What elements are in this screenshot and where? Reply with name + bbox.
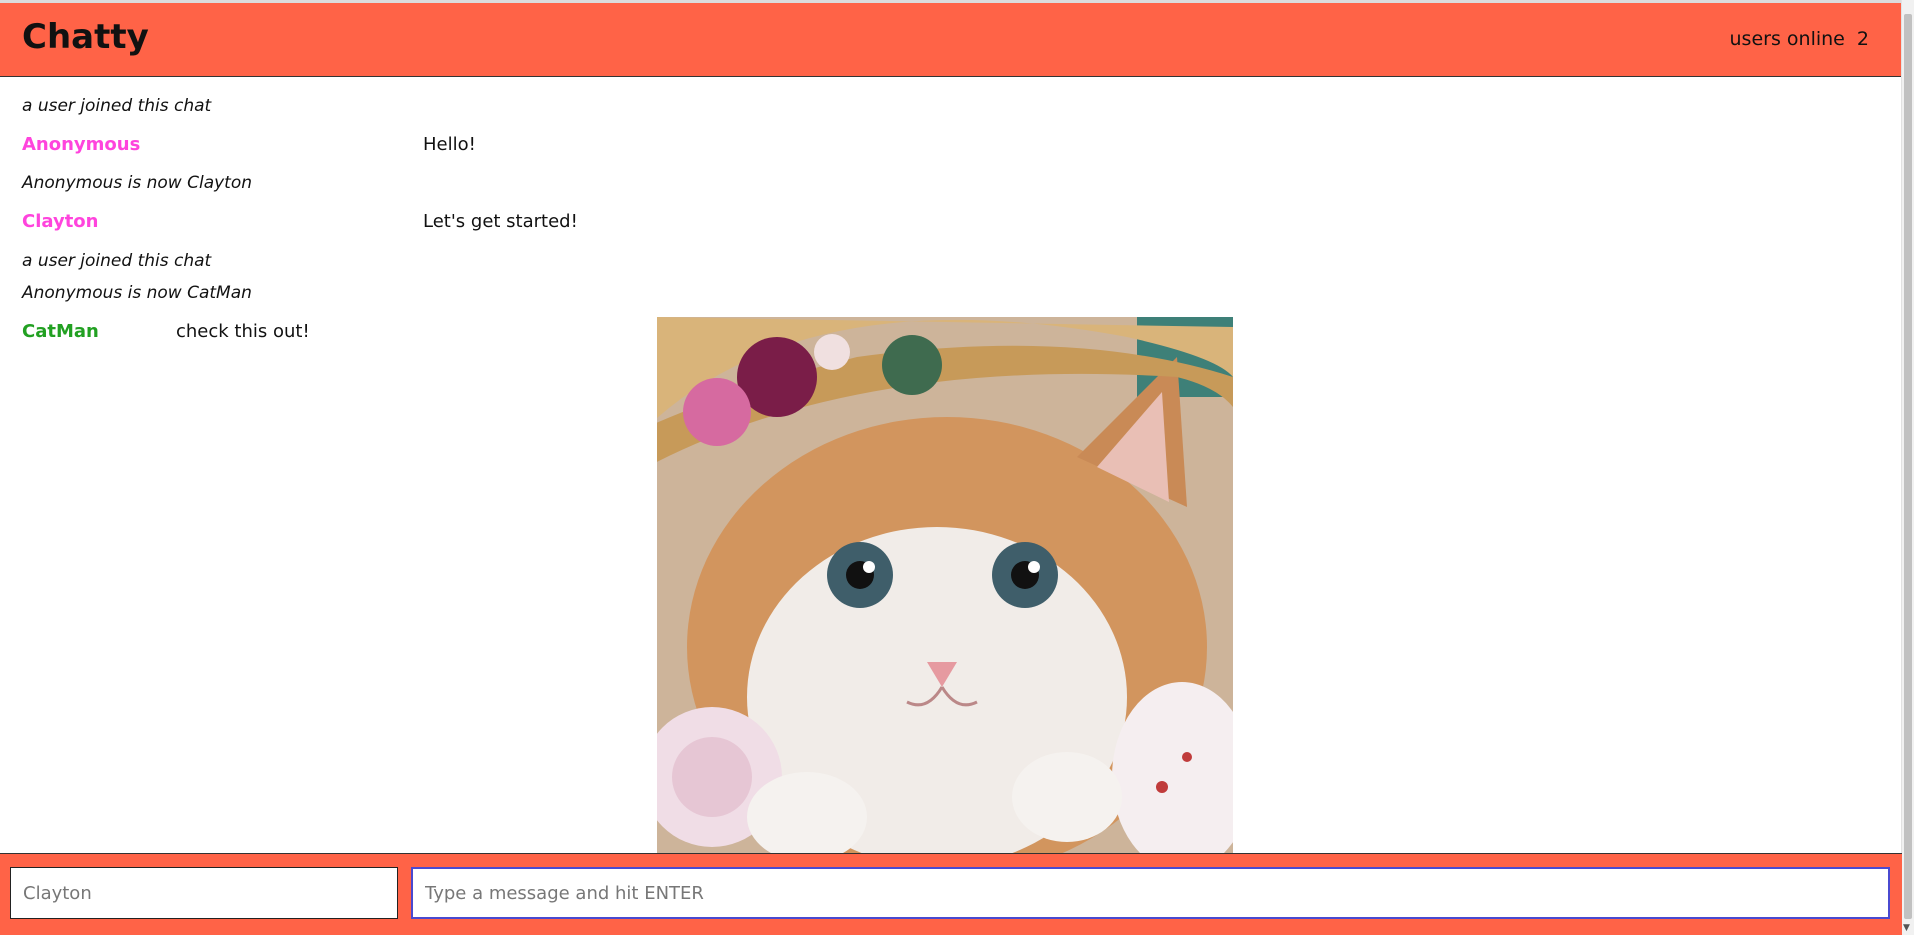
navbar: Chatty users online 2 [0,3,1902,77]
users-online-status: users online 2 [1730,28,1869,50]
message-text: check this out! [176,321,310,342]
message-username: Anonymous [22,134,141,155]
message-input[interactable] [411,867,1890,919]
system-notification: Anonymous is now CatMan [22,283,252,303]
message-username: Clayton [22,211,99,232]
app-title: Chatty [22,17,149,57]
system-notification: Anonymous is now Clayton [22,173,253,193]
message-text: Hello! [423,134,476,155]
system-notification: a user joined this chat [22,251,212,271]
message-username: CatMan [22,321,99,342]
users-online-label: users online [1729,28,1845,50]
vertical-scrollbar[interactable]: ▼ [1901,0,1914,935]
chat-input-bar [0,853,1902,935]
username-input[interactable] [10,867,398,919]
message-list: a user joined this chat Anonymous Hello!… [0,78,1902,853]
users-online-count: 2 [1856,28,1869,50]
scrollbar-thumb[interactable] [1904,14,1912,919]
kitten-image [657,317,1233,853]
message-text: Let's get started! [423,211,578,232]
scroll-down-arrow-icon[interactable]: ▼ [1903,923,1910,933]
system-notification: a user joined this chat [22,96,212,116]
